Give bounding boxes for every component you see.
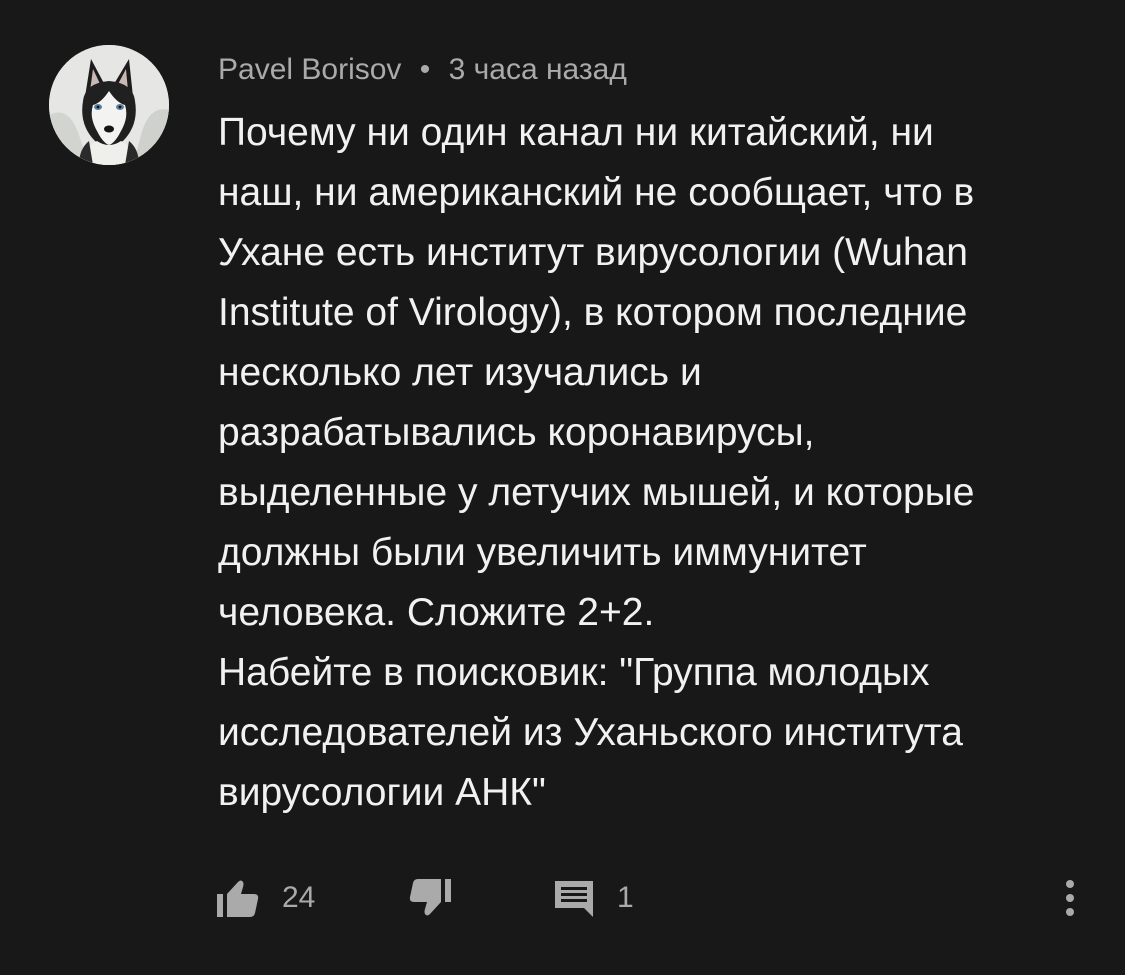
avatar[interactable] (49, 45, 169, 165)
like-count: 24 (282, 881, 316, 914)
dislike-button[interactable] (408, 868, 452, 928)
comment-action-bar: 24 1 (0, 868, 1125, 928)
comment-text-line: вирусологии АНК" (218, 771, 546, 814)
comment-text-line: несколько лет изучались и (218, 351, 702, 394)
reply-button[interactable]: 1 (553, 868, 634, 928)
vertical-dots-icon (1066, 880, 1074, 916)
thumbs-down-icon (409, 879, 451, 916)
comment-text-line: разрабатывались коронавирусы, (218, 411, 815, 454)
author-name[interactable]: Pavel Borisov (218, 53, 401, 86)
like-button[interactable]: 24 (216, 868, 315, 928)
comment-text-line: Набейте в поисковик: "Группа молодых (218, 651, 930, 694)
comment-timestamp[interactable]: 3 часа назад (449, 53, 627, 86)
husky-avatar-image (49, 45, 169, 165)
more-options-button[interactable] (1058, 868, 1082, 928)
comment-text-line: должны были увеличить иммунитет (218, 531, 867, 574)
comment-text-line: наш, ни американский не сообщает, что в (218, 171, 975, 214)
comment-text-line: человека. Сложите 2+2. (218, 591, 655, 634)
header-separator: • (419, 53, 431, 86)
comment-text-line: выделенные у летучих мышей, и которые (218, 471, 975, 514)
comment-reply-icon (555, 881, 593, 917)
comment-header: Pavel Borisov • 3 часа назад (218, 50, 627, 90)
comment-text: Почему ни один канал ни китайский, ни на… (218, 103, 1068, 823)
comment-text-line: Institute of Virology), в котором послед… (218, 291, 968, 334)
reply-count: 1 (617, 881, 634, 914)
comment-text-line: исследователей из Уханьского института (218, 711, 963, 754)
comment-text-line: Ухане есть институт вирусологии (Wuhan (218, 231, 968, 274)
comment-text-line: Почему ни один канал ни китайский, ни (218, 111, 934, 154)
thumbs-up-icon (217, 880, 259, 917)
comment-thread-item: Pavel Borisov • 3 часа назад Почему ни о… (0, 0, 1125, 975)
